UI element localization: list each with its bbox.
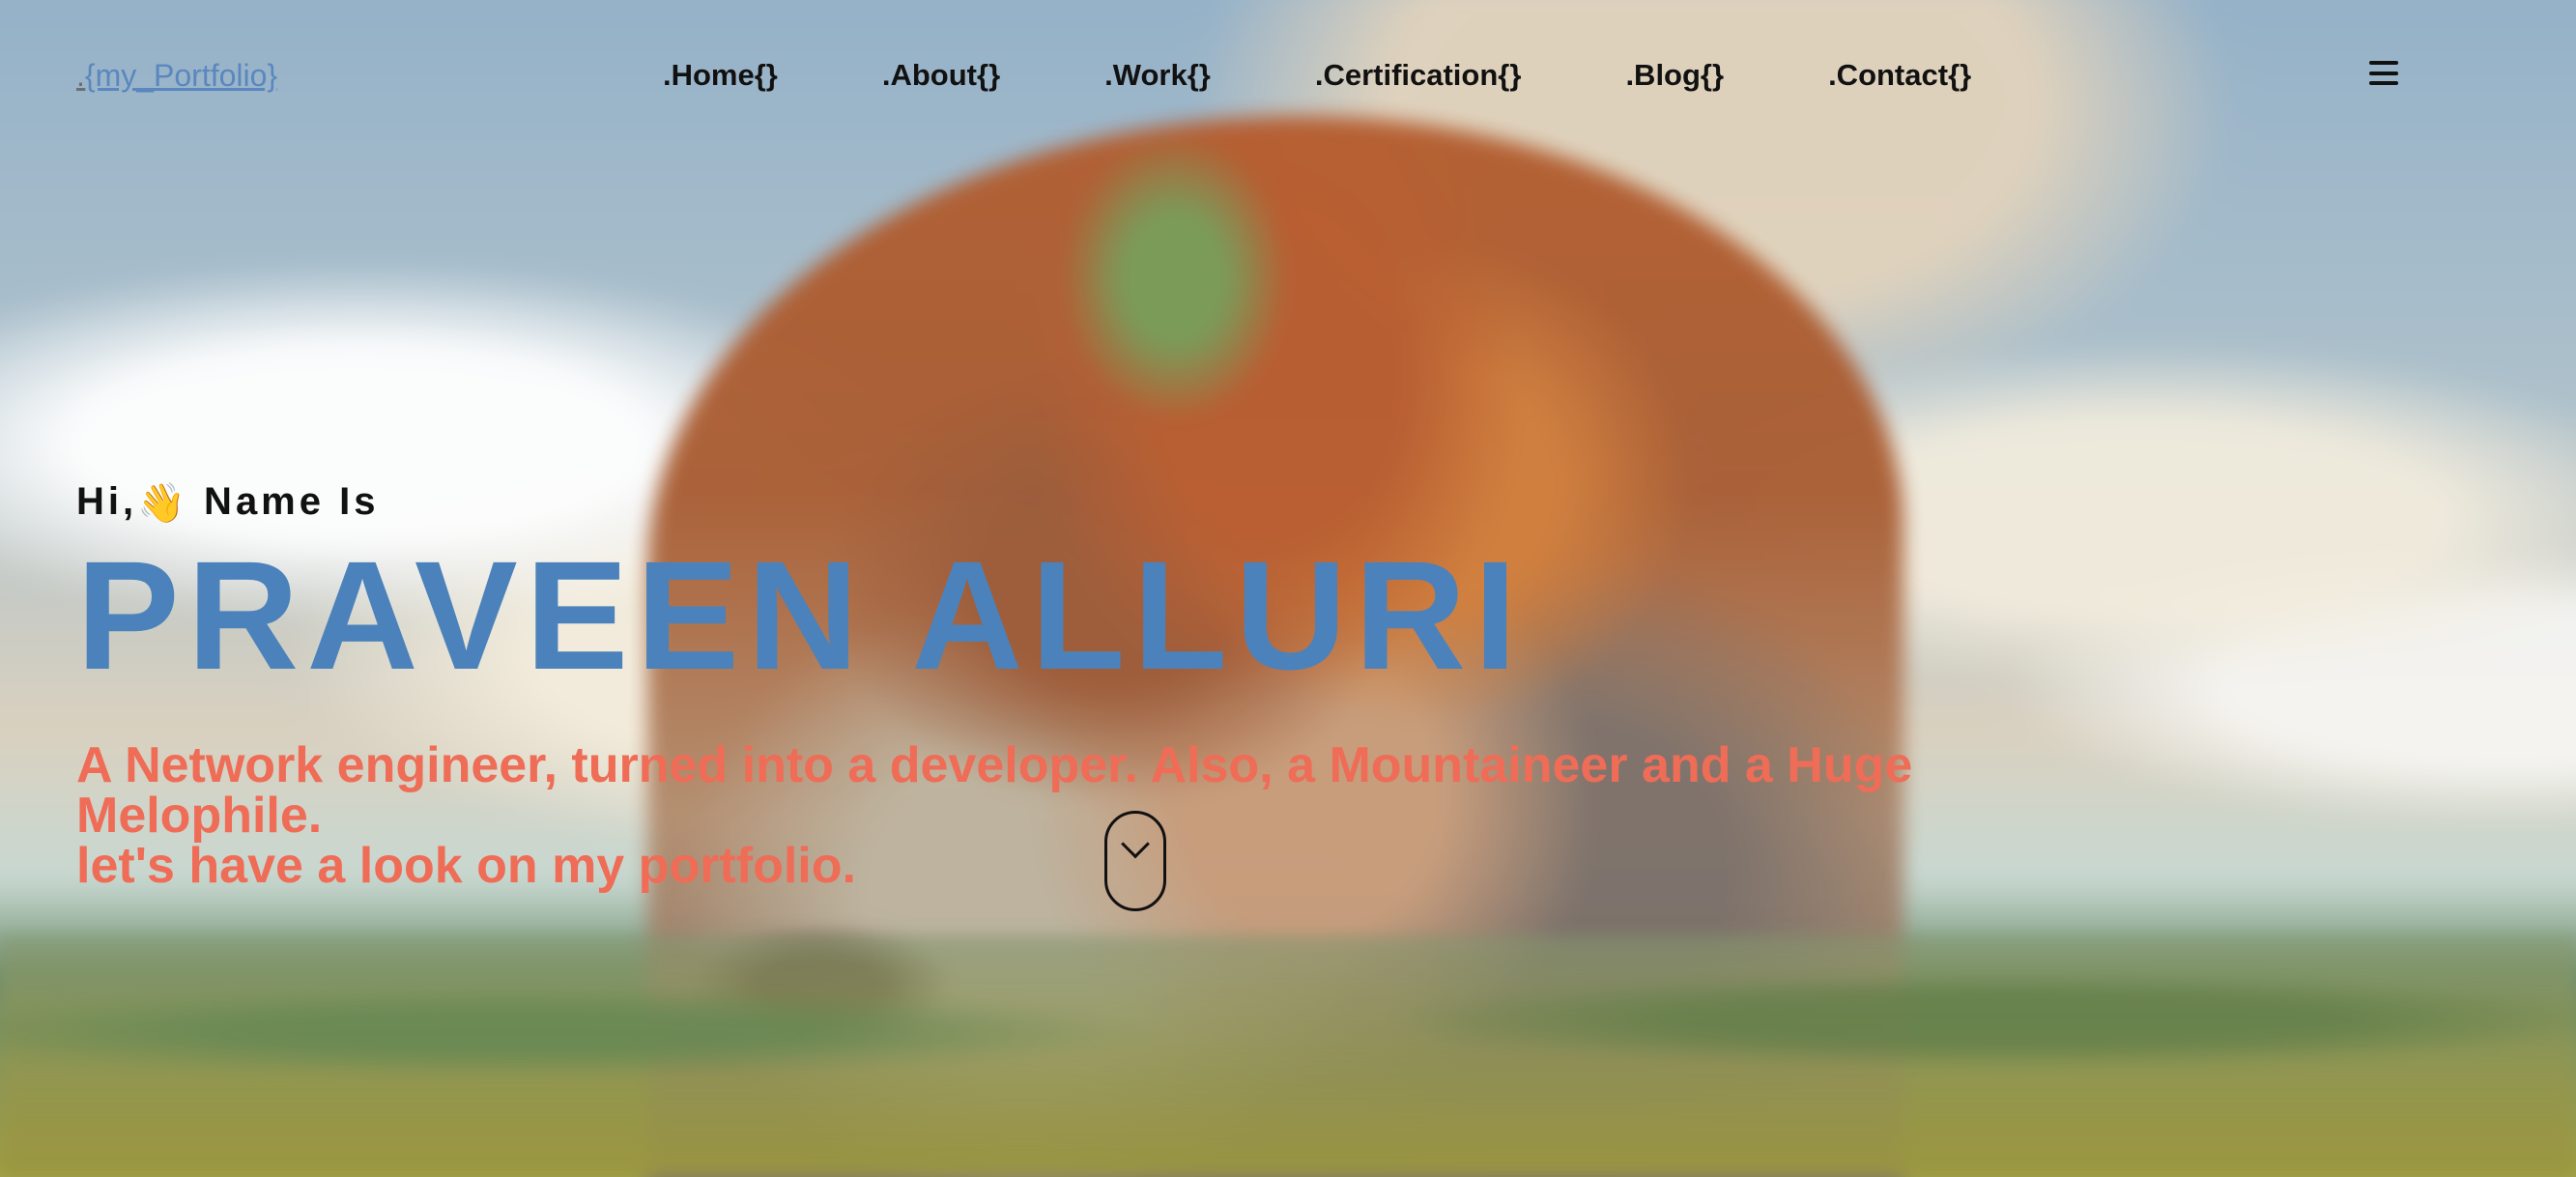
site-header: .{my_Portfolio} .Home{} .About{} .Work{}…: [0, 0, 2576, 155]
nav-home[interactable]: .Home{}: [663, 58, 778, 93]
logo-text: {my_Portfolio}: [84, 58, 278, 93]
logo-prefix: .: [76, 58, 85, 93]
hero-name: PRAVEEN ALLURI: [76, 529, 1525, 702]
greeting: Hi,👋 Name Is: [76, 480, 2154, 526]
greeting-prefix: Hi,: [76, 480, 138, 523]
primary-nav: .Home{} .About{} .Work{} .Certification{…: [663, 58, 1971, 93]
nav-contact[interactable]: .Contact{}: [1828, 58, 1971, 93]
chevron-down-icon: [1121, 829, 1150, 859]
site-logo[interactable]: .{my_Portfolio}: [76, 58, 277, 94]
greeting-suffix: Name Is: [188, 480, 380, 523]
nav-about[interactable]: .About{}: [882, 58, 1000, 93]
hamburger-line-top: [2369, 61, 2398, 65]
hamburger-line-middle: [2369, 71, 2398, 75]
nav-work[interactable]: .Work{}: [1104, 58, 1211, 93]
nav-blog[interactable]: .Blog{}: [1625, 58, 1724, 93]
hamburger-line-bottom: [2369, 81, 2398, 85]
scroll-down-icon[interactable]: [1104, 811, 1166, 911]
landscape-base: [0, 935, 2576, 1177]
wave-icon: 👋: [137, 482, 189, 525]
hamburger-icon[interactable]: [2369, 61, 2398, 85]
nav-certification[interactable]: .Certification{}: [1315, 58, 1522, 93]
